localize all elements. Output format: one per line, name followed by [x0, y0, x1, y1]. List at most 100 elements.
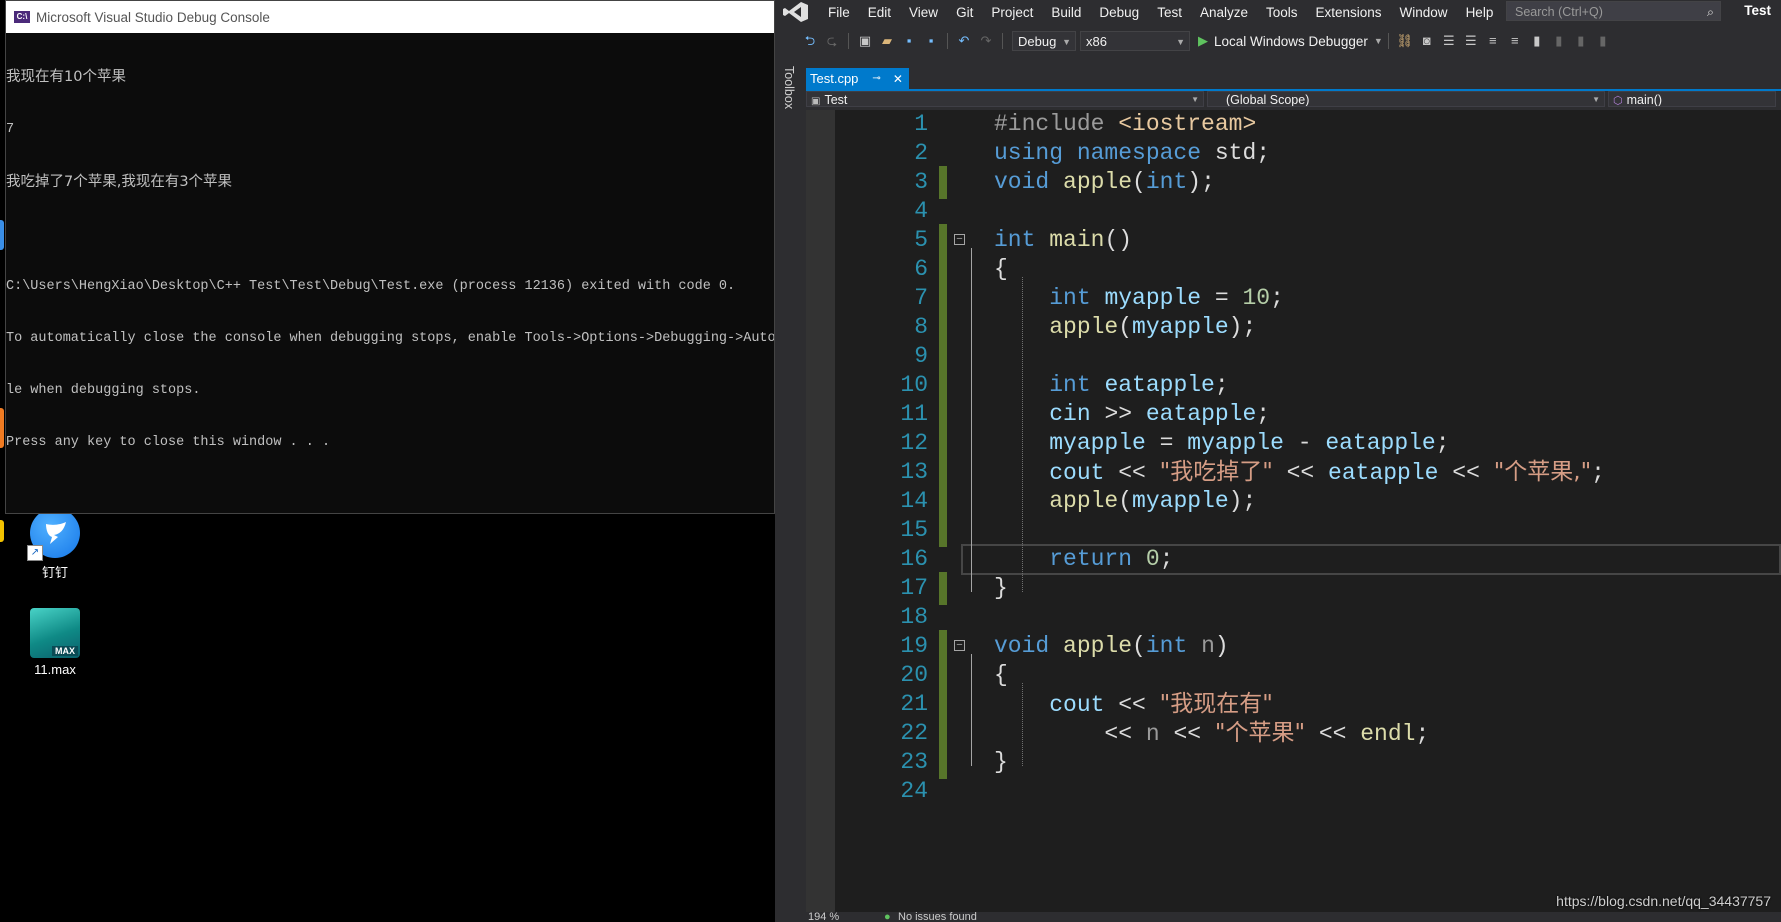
code-line[interactable]: 24: [806, 775, 1781, 808]
code-token: int: [1145, 169, 1188, 195]
collapse-icon[interactable]: −: [954, 640, 965, 651]
menu-help[interactable]: Help: [1457, 5, 1503, 20]
code-token: int: [1145, 633, 1202, 659]
code-token: "个苹果,": [1493, 459, 1592, 485]
code-token: );: [1228, 314, 1257, 340]
project-icon: ▣: [811, 96, 821, 107]
code-token: <<: [1305, 721, 1361, 747]
save-all-icon[interactable]: ▪: [922, 32, 940, 50]
solution-configuration-select[interactable]: Debug ▼: [1012, 31, 1076, 51]
desktop-icon-11-max[interactable]: MAX 11.max: [20, 608, 90, 677]
code-token: -: [1283, 430, 1326, 456]
new-project-icon[interactable]: ▣: [856, 32, 874, 50]
code-token: );: [1228, 488, 1257, 514]
member-dropdown[interactable]: ⬡ main(): [1608, 91, 1776, 107]
comment-icon[interactable]: ≡: [1484, 32, 1502, 50]
code-token: }: [994, 749, 1008, 775]
current-line-highlight: [961, 544, 1781, 575]
console-titlebar[interactable]: C:\ Microsoft Visual Studio Debug Consol…: [6, 1, 774, 33]
code-token: apple: [1063, 169, 1133, 195]
code-token: int: [994, 227, 1050, 253]
outdent-icon[interactable]: ☰: [1440, 32, 1458, 50]
scope-dropdown[interactable]: (Global Scope) ▼: [1207, 91, 1605, 107]
code-token: ;: [1270, 285, 1284, 311]
toolbox-tab[interactable]: Toolbox: [782, 66, 796, 109]
menu-debug[interactable]: Debug: [1090, 5, 1148, 20]
menu-analyze[interactable]: Analyze: [1191, 5, 1257, 20]
menu-file[interactable]: File: [819, 5, 859, 20]
close-icon[interactable]: ✕: [893, 72, 903, 86]
debug-console-window[interactable]: C:\ Microsoft Visual Studio Debug Consol…: [5, 0, 775, 514]
code-token: eatapple: [1104, 372, 1215, 398]
line-number: 24: [900, 778, 928, 804]
uncomment-icon[interactable]: ≡: [1506, 32, 1524, 50]
menu-window[interactable]: Window: [1391, 5, 1457, 20]
issues-status[interactable]: No issues found: [898, 912, 977, 922]
outline-guide: [1022, 683, 1023, 766]
code-token: =: [1201, 285, 1243, 311]
menu-project[interactable]: Project: [982, 5, 1042, 20]
clear-bookmarks-icon[interactable]: ▮: [1594, 32, 1612, 50]
code-token: cin: [1049, 401, 1091, 427]
solution-platform-select[interactable]: x86 ▼: [1080, 31, 1190, 51]
screenshot-icon[interactable]: ◙: [1418, 32, 1436, 50]
console-line: 我现在有10个苹果: [6, 69, 126, 85]
save-icon[interactable]: ▪: [900, 32, 918, 50]
code-token: ;: [1256, 401, 1271, 427]
menu-git[interactable]: Git: [947, 5, 982, 20]
code-token: (: [1118, 488, 1133, 514]
next-bookmark-icon[interactable]: ▮: [1572, 32, 1590, 50]
desktop-icon-fragment: [0, 408, 4, 448]
code-editor[interactable]: 1 #include <iostream> 2 using namespace std…: [806, 110, 1781, 913]
indent-icon[interactable]: ☰: [1462, 32, 1480, 50]
code-token: void: [994, 169, 1064, 195]
code-token: 10: [1242, 285, 1271, 311]
code-token: (): [1104, 227, 1133, 253]
project-dropdown[interactable]: ▣ Test ▼: [806, 91, 1204, 107]
code-token: <<: [1438, 460, 1494, 486]
code-token: using namespace: [994, 140, 1215, 166]
console-output: 我现在有10个苹果 7 我吃掉了7个苹果,我现在有3个苹果 C:\Users\H…: [6, 33, 774, 487]
navigate-forward-icon[interactable]: ⮎: [823, 32, 841, 50]
undo-icon[interactable]: ↶: [955, 32, 973, 50]
navigate-back-icon[interactable]: ⮌: [801, 32, 819, 50]
standard-toolbar: ⮌ ⮎ ▣ ▰ ▪ ▪ ↶ ↷ Debug ▼ x86 ▼ ▶ Local Wind…: [775, 28, 1781, 54]
scope-value: (Global Scope): [1226, 93, 1310, 107]
desktop-icon-fragment: [0, 520, 4, 542]
code-token: <<: [1104, 460, 1160, 486]
toolbox-strip[interactable]: Toolbox: [775, 60, 804, 922]
watermark: https://blog.csdn.net/qq_34437757: [1556, 893, 1771, 909]
visual-studio-window[interactable]: File Edit View Git Project Build Debug T…: [775, 0, 1781, 922]
code-token: <<: [994, 721, 1146, 747]
dingtalk-icon: ↗: [27, 508, 80, 561]
start-debugging-button[interactable]: ▶ Local Windows Debugger ▼: [1198, 33, 1383, 49]
code-token: {: [994, 256, 1008, 282]
code-token: apple: [1063, 633, 1133, 659]
redo-icon[interactable]: ↷: [977, 32, 995, 50]
desktop-icon-dingtalk[interactable]: ↗ 钉钉: [20, 508, 90, 581]
code-token: void: [994, 633, 1064, 659]
tab-test-cpp[interactable]: Test.cpp ⊸ ✕: [806, 68, 909, 89]
browser-link-icon[interactable]: ⛓: [1396, 32, 1414, 50]
max-tag: MAX: [52, 646, 78, 656]
run-label: Local Windows Debugger: [1214, 33, 1368, 49]
visual-studio-logo-icon: [783, 2, 808, 22]
bookmark-icon[interactable]: ▮: [1528, 32, 1546, 50]
code-token: myapple: [1132, 314, 1229, 340]
menu-extensions[interactable]: Extensions: [1307, 5, 1391, 20]
code-token: >>: [1090, 401, 1146, 427]
outline-guide: [971, 654, 972, 766]
menu-edit[interactable]: Edit: [859, 5, 900, 20]
menu-test[interactable]: Test: [1148, 5, 1191, 20]
open-file-icon[interactable]: ▰: [878, 32, 896, 50]
code-token: "个苹果": [1214, 720, 1306, 746]
prev-bookmark-icon[interactable]: ▮: [1550, 32, 1568, 50]
menu-tools[interactable]: Tools: [1257, 5, 1307, 20]
search-input[interactable]: Search (Ctrl+Q) ⌕: [1506, 1, 1721, 21]
menu-build[interactable]: Build: [1042, 5, 1090, 20]
pin-icon[interactable]: ⊸: [872, 73, 880, 84]
menu-view[interactable]: View: [900, 5, 947, 20]
member-value: main(): [1626, 93, 1663, 107]
collapse-icon[interactable]: −: [954, 234, 965, 245]
zoom-level[interactable]: 194 %: [808, 912, 839, 922]
